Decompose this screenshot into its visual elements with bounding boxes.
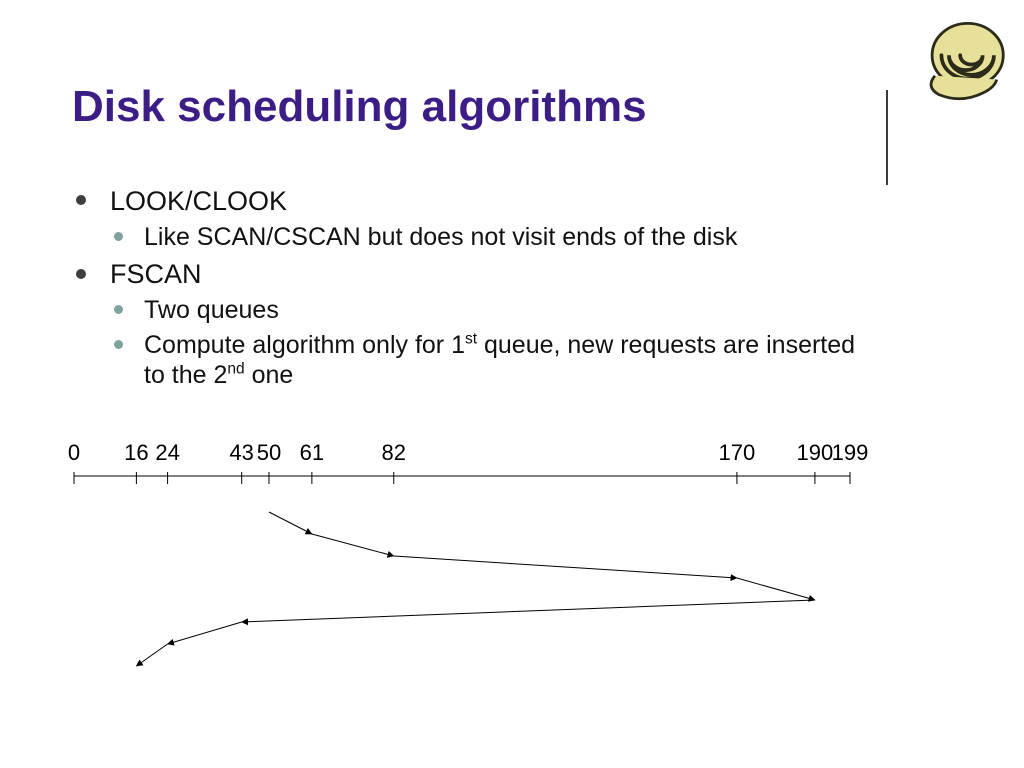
sub-list: Like SCAN/CSCAN but does not visit ends … [110, 222, 882, 253]
seek-segment [136, 644, 167, 666]
sub-text-part: one [245, 361, 294, 389]
axis-tick-label: 24 [155, 440, 179, 466]
seek-segment [242, 600, 815, 622]
bullet-fscan: FSCAN Two queues Compute algorithm only … [72, 258, 882, 390]
axis-tick-label: 82 [382, 440, 406, 466]
sub-bullet: Two queues [110, 295, 882, 326]
axis-tick-label: 50 [257, 440, 281, 466]
sub-bullet: Like SCAN/CSCAN but does not visit ends … [110, 222, 882, 253]
sub-text: Like SCAN/CSCAN but does not visit ends … [144, 223, 737, 251]
axis-tick-label: 43 [229, 440, 253, 466]
axis-tick-label: 16 [124, 440, 148, 466]
slide-title: Disk scheduling algorithms [72, 82, 647, 132]
disk-seek-chart: 0162443506182170190199 [62, 440, 862, 700]
sup: nd [227, 361, 244, 378]
sup: st [465, 331, 477, 348]
sub-list: Two queues Compute algorithm only for 1s… [110, 295, 882, 391]
content-area: LOOK/CLOOK Like SCAN/CSCAN but does not … [72, 185, 882, 397]
axis-tick-label: 170 [719, 440, 756, 466]
bullet-text: LOOK/CLOOK [110, 186, 287, 216]
axis-tick-label: 199 [832, 440, 869, 466]
axis-tick-label: 61 [300, 440, 324, 466]
slide: Disk scheduling algorithms LOOK/CLOOK Li… [0, 0, 1024, 768]
seek-segment [269, 512, 312, 534]
axis-tick-label: 0 [68, 440, 80, 466]
title-divider [886, 90, 888, 185]
sub-bullet: Compute algorithm only for 1st queue, ne… [110, 330, 882, 391]
seek-segment [168, 622, 242, 644]
bullet-look-clook: LOOK/CLOOK Like SCAN/CSCAN but does not … [72, 185, 882, 252]
sub-text: Two queues [144, 296, 279, 324]
bullet-text: FSCAN [110, 259, 202, 289]
chart-svg [62, 472, 862, 702]
seek-segment [312, 534, 394, 556]
bullet-list: LOOK/CLOOK Like SCAN/CSCAN but does not … [72, 185, 882, 391]
axis-tick-label: 190 [797, 440, 834, 466]
seek-segment [394, 556, 737, 578]
sub-text-part: Compute algorithm only for 1 [144, 331, 465, 359]
seek-segment [737, 578, 815, 600]
snail-logo [916, 14, 1010, 102]
